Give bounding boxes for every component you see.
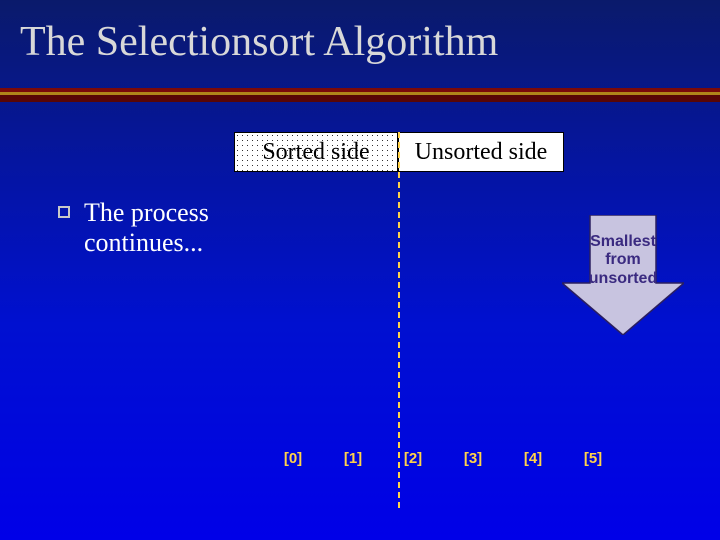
arrow-label: Smallest from unsorted xyxy=(562,233,684,288)
title-rule xyxy=(0,88,720,102)
index-label: [2] xyxy=(402,450,424,467)
sorted-side-label: Sorted side xyxy=(234,132,398,172)
arrow-line-2: from xyxy=(605,251,641,268)
index-label: [4] xyxy=(522,450,544,467)
arrow-line-1: Smallest xyxy=(590,233,656,250)
bullet-text: The process continues... xyxy=(84,198,209,258)
bullet-line-2: continues... xyxy=(84,228,203,257)
index-label: [3] xyxy=(462,450,484,467)
smallest-arrow: Smallest from unsorted xyxy=(562,215,684,335)
index-label: [1] xyxy=(342,450,364,467)
unsorted-side-label: Unsorted side xyxy=(398,132,564,172)
bullet-item: The process continues... xyxy=(58,198,278,258)
bullet-icon xyxy=(58,206,70,218)
index-row: [0] [1] [2] [3] [4] [5] xyxy=(282,450,604,467)
bullet-line-1: The process xyxy=(84,198,209,227)
arrow-line-3: unsorted xyxy=(589,270,657,287)
index-label: [0] xyxy=(282,450,304,467)
index-label: [5] xyxy=(582,450,604,467)
page-title: The Selectionsort Algorithm xyxy=(20,18,498,66)
slide: The Selectionsort Algorithm Sorted side … xyxy=(0,0,720,540)
